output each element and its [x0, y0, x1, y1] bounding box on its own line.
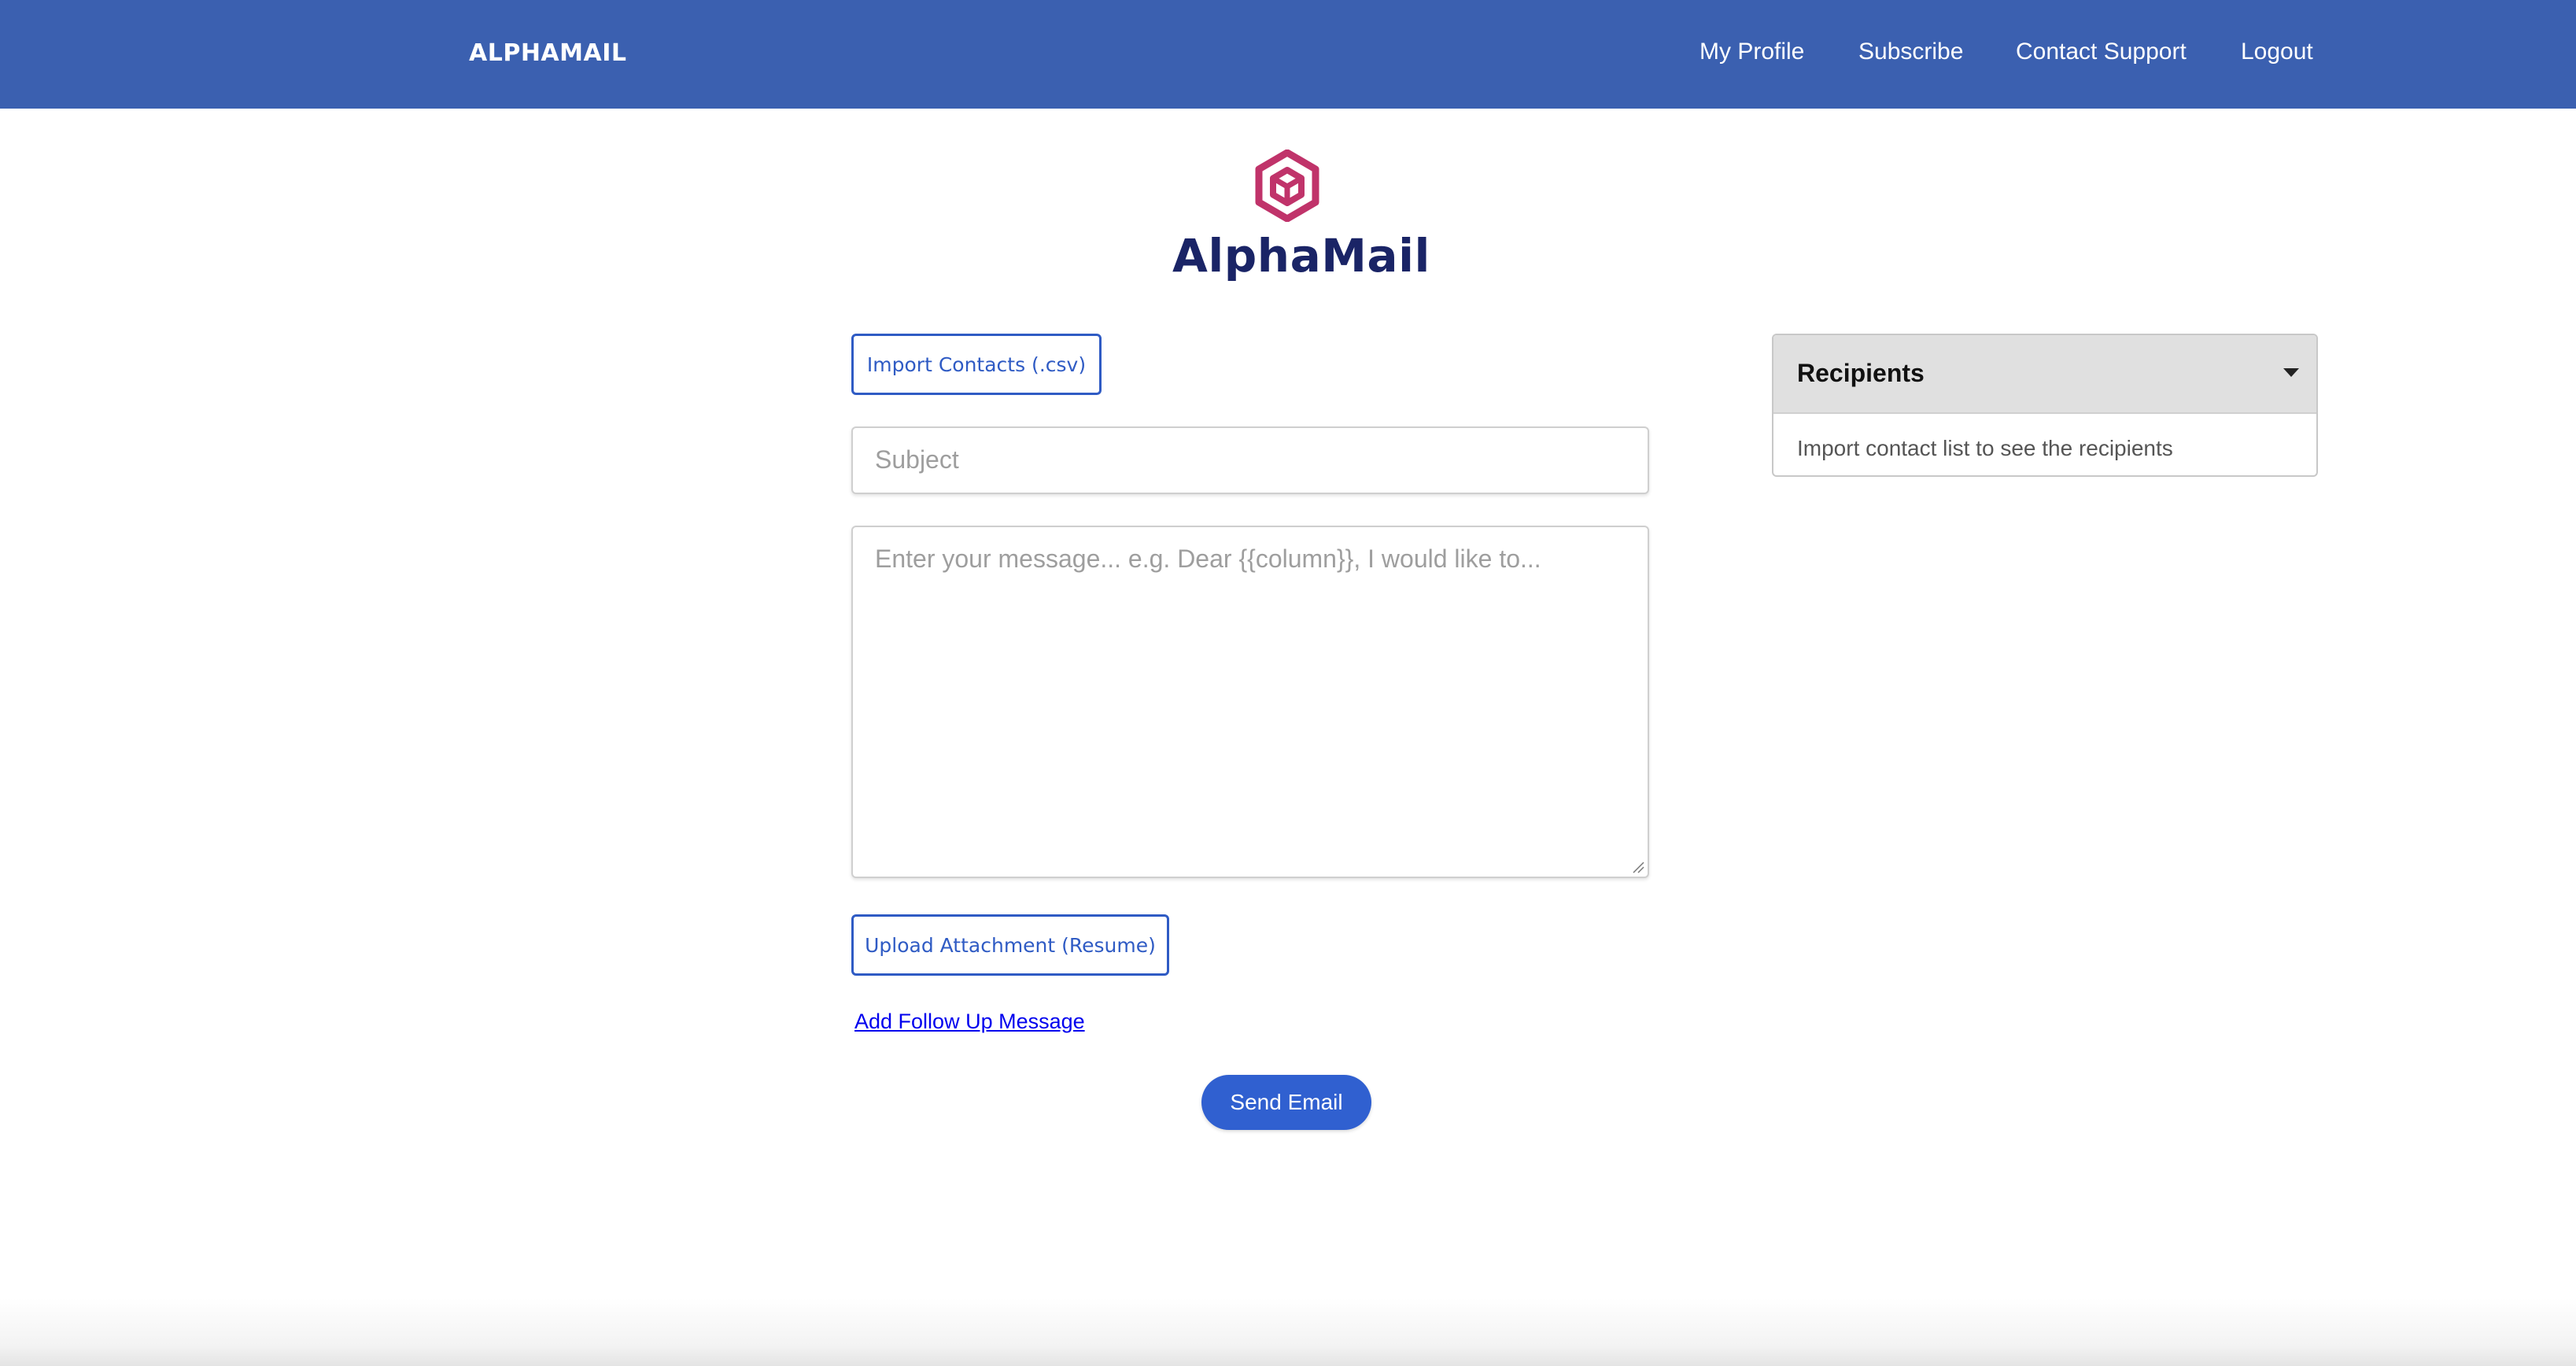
subject-placeholder: Subject: [875, 445, 959, 474]
add-follow-up-link[interactable]: Add Follow Up Message: [854, 1006, 1085, 1037]
subject-input[interactable]: Subject: [851, 426, 1649, 494]
nav-subscribe[interactable]: Subscribe: [1858, 35, 1963, 69]
top-navbar: ALPHAMAIL My Profile Subscribe Contact S…: [0, 0, 2576, 109]
recipients-title: Recipients: [1797, 359, 1925, 387]
recipients-panel: Recipients Import contact list to see th…: [1772, 334, 2318, 477]
logo-wordmark: AlphaMail: [1172, 229, 1430, 282]
recipients-empty-message: Import contact list to see the recipient…: [1797, 436, 2173, 460]
upload-attachment-button[interactable]: Upload Attachment (Resume): [851, 914, 1169, 976]
nav-logout[interactable]: Logout: [2241, 35, 2313, 69]
bottom-shadow: [0, 1298, 2576, 1366]
import-contacts-button[interactable]: Import Contacts (.csv): [851, 334, 1102, 395]
caret-down-icon[interactable]: [2283, 368, 2299, 377]
message-textarea[interactable]: Enter your message... e.g. Dear {{column…: [851, 526, 1649, 878]
resize-grip-icon[interactable]: [1632, 861, 1644, 873]
hexagon-cube-icon: [1255, 150, 1319, 222]
message-placeholder: Enter your message... e.g. Dear {{column…: [875, 545, 1541, 573]
navbar-brand[interactable]: ALPHAMAIL: [469, 36, 627, 71]
recipients-header[interactable]: Recipients: [1773, 335, 2316, 414]
nav-my-profile[interactable]: My Profile: [1699, 35, 1804, 69]
send-email-button[interactable]: Send Email: [1201, 1075, 1371, 1130]
nav-contact-support[interactable]: Contact Support: [2016, 35, 2187, 69]
